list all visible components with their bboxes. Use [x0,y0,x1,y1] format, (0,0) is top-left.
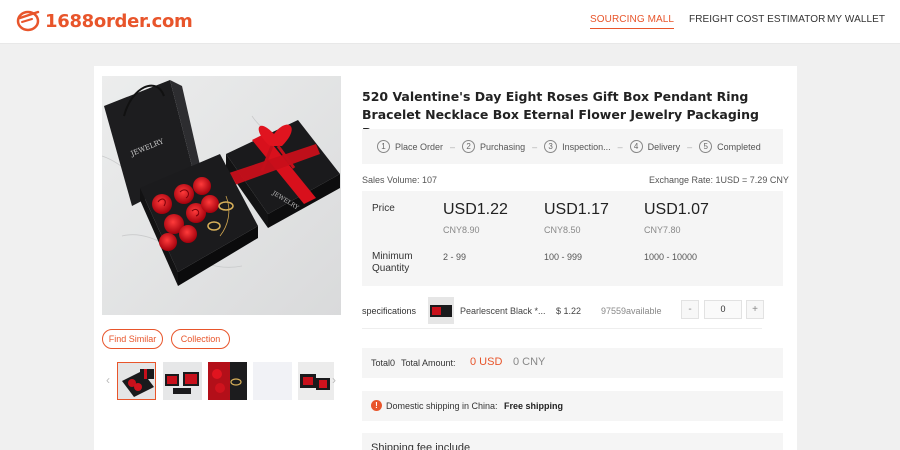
tier-1-cny-price: CNY8.90 [443,225,480,235]
nav-my-wallet[interactable]: MY WALLET [827,14,885,25]
step-label: Delivery [647,141,681,152]
step-separator: – [450,141,456,152]
quantity-input[interactable]: 0 [704,300,742,319]
thumbnail-3[interactable] [208,362,247,400]
minimum-quantity-label: Minimum Quantity [372,251,413,274]
total-amount-label: Total Amount: [401,358,456,368]
spec-variant-image[interactable] [428,297,454,324]
thumbnail-5[interactable] [298,362,334,400]
quantity-decrease-button[interactable]: - [681,300,699,319]
step-completed: 5 Completed [699,140,761,153]
shipping-fee-panel: Shipping fee include [362,433,783,450]
info-icon: ! [371,400,382,411]
step-number: 4 [629,140,643,153]
quantity-increase-button[interactable]: + [746,300,764,319]
domestic-shipping-label: Domestic shipping in China: [386,401,498,411]
domestic-shipping-value: Free shipping [504,401,564,411]
thumbnail-2[interactable] [163,362,202,400]
nav-freight-cost-estimator[interactable]: FREIGHT COST ESTIMATOR [689,14,825,25]
thumbnail-4[interactable] [253,362,292,400]
thumbnail-1[interactable] [117,362,156,400]
price-label: Price [372,203,395,214]
step-purchasing: 2 Purchasing [462,140,525,153]
collection-button[interactable]: Collection [171,329,230,349]
step-separator: – [687,141,693,152]
order-steps: 1 Place Order – 2 Purchasing – 3 Inspect… [362,129,783,164]
tier-2-usd-price: USD1.17 [544,201,609,218]
step-inspection: 3 Inspection... [544,140,611,153]
top-bar: 1688order.com SOURCING MALL FREIGHT COST… [0,0,900,44]
step-label: Purchasing [480,141,526,152]
sales-volume: Sales Volume: 107 [362,175,438,185]
step-number: 5 [699,140,713,153]
shipping-fee-label: Shipping fee include [371,442,471,450]
nav-sourcing-mall[interactable]: SOURCING MALL [590,14,675,29]
total-cny: 0 CNY [513,356,546,368]
thumb-prev-arrow-icon[interactable]: ‹ [106,373,110,387]
step-separator: – [617,141,623,152]
tier-3-quantity: 1000 - 10000 [644,252,698,262]
total-panel: Total0 Total Amount: 0 USD 0 CNY [362,348,783,378]
divider [362,328,762,329]
spec-available-stock: 97559available [601,306,662,316]
site-logo[interactable]: 1688order.com [16,8,193,34]
find-similar-button[interactable]: Find Similar [102,329,163,349]
logo-icon [16,8,42,34]
spec-variant-price: $ 1.22 [556,306,582,316]
step-delivery: 4 Delivery [629,140,681,153]
total-usd: 0 USD [470,356,503,368]
thumb-next-arrow-icon[interactable]: › [332,373,336,387]
total-count: Total0 [371,358,396,368]
price-panel: Price USD1.22 USD1.17 USD1.07 CNY8.90 CN… [362,191,783,286]
tier-1-usd-price: USD1.22 [443,201,508,218]
tier-3-cny-price: CNY7.80 [644,225,681,235]
shipping-panel: ! Domestic shipping in China: Free shipp… [362,391,783,421]
tier-1-quantity: 2 - 99 [443,252,467,262]
specifications-label: specifications [362,306,417,316]
step-label: Inspection... [562,141,611,152]
tier-3-usd-price: USD1.07 [644,201,709,218]
step-number: 3 [544,140,558,153]
step-number: 1 [377,140,390,153]
step-label: Place Order [395,141,444,152]
exchange-rate: Exchange Rate: 1USD = 7.29 CNY [649,175,789,185]
step-number: 2 [462,140,476,153]
step-separator: – [532,141,538,152]
product-main-image[interactable]: JEWELRY JEWELRY [102,76,341,315]
step-place-order: 1 Place Order [377,140,443,153]
step-label: Completed [717,141,761,152]
tier-2-cny-price: CNY8.50 [544,225,581,235]
logo-text: 1688order.com [45,10,193,32]
spec-variant-name[interactable]: Pearlescent Black *... [460,306,546,316]
tier-2-quantity: 100 - 999 [544,252,583,262]
